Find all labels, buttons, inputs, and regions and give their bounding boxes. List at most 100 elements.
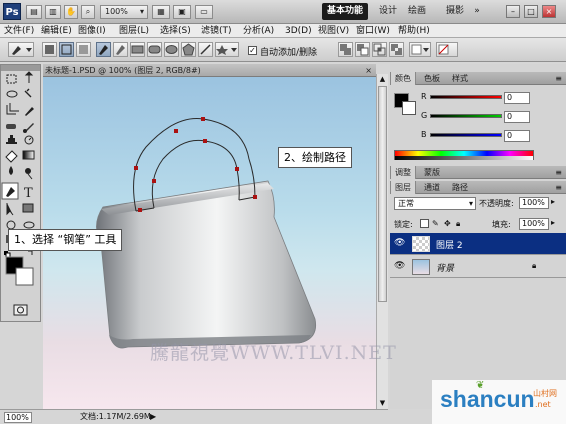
layer-name[interactable]: 图层 2: [436, 238, 463, 251]
zoom-level-dropdown[interactable]: 100% ▾: [100, 5, 148, 19]
pen-tool-option[interactable]: [96, 42, 111, 57]
lock-image-icon[interactable]: ✎: [432, 219, 441, 228]
scroll-thumb[interactable]: [378, 86, 387, 302]
menu-layer[interactable]: 图层(L): [119, 24, 149, 38]
intersect-path-button[interactable]: [372, 42, 387, 57]
tools-grid: T: [1, 65, 40, 316]
custom-shape-option[interactable]: [215, 42, 239, 57]
workspace-painting[interactable]: 绘画: [405, 3, 429, 20]
lock-label: 锁定:: [394, 220, 413, 229]
line-option[interactable]: [198, 42, 213, 57]
background-swatch[interactable]: [402, 101, 416, 115]
menu-analysis[interactable]: 分析(A): [243, 24, 274, 38]
tab-paths[interactable]: 路径: [448, 181, 472, 194]
tab-styles[interactable]: 样式: [448, 72, 472, 85]
opacity-chevron-icon[interactable]: ▸: [551, 197, 555, 206]
close-button[interactable]: ×: [542, 5, 556, 18]
b-value[interactable]: 0: [504, 130, 530, 142]
eye-icon[interactable]: 👁︎: [394, 261, 405, 271]
exclude-path-button[interactable]: [389, 42, 404, 57]
add-to-path-button[interactable]: [338, 42, 353, 57]
menu-3d[interactable]: 3D(D): [285, 24, 312, 38]
fill-field[interactable]: 100%: [519, 218, 549, 230]
gradient-tool-icon: [22, 150, 35, 160]
scroll-up-icon[interactable]: ▲: [378, 75, 387, 84]
tool-preset-picker[interactable]: [8, 42, 34, 57]
tab-channels[interactable]: 通道: [420, 181, 444, 194]
color-spectrum-bar[interactable]: [394, 150, 534, 160]
screen-mode-button[interactable]: ▣: [173, 5, 191, 19]
scroll-down-icon[interactable]: ▼: [378, 399, 387, 408]
tab-color[interactable]: 颜色: [390, 72, 416, 85]
color-swatch-option[interactable]: [436, 42, 458, 57]
lock-position-icon[interactable]: ✥: [444, 219, 453, 228]
lock-all-icon[interactable]: 🔒︎: [456, 219, 465, 228]
close-document-icon[interactable]: ×: [365, 64, 372, 76]
fill-pixels-button[interactable]: [76, 42, 91, 57]
menu-window[interactable]: 窗口(W): [356, 24, 390, 38]
document-size: 文档:1.17M/2.69M: [80, 412, 151, 421]
arrange-documents-button[interactable]: ▭: [195, 5, 213, 19]
menu-select[interactable]: 选择(S): [160, 24, 191, 38]
status-menu-icon[interactable]: ▶: [150, 410, 156, 424]
tab-adjustments[interactable]: 调整: [390, 166, 416, 179]
layer-name[interactable]: 背景: [436, 261, 454, 274]
options-bar: ✓ 自动添加/删除: [0, 38, 566, 62]
menu-edit[interactable]: 编辑(E): [41, 24, 72, 38]
workspace-photography[interactable]: 摄影: [443, 3, 467, 20]
maximize-button[interactable]: □: [524, 5, 538, 18]
layer-thumbnail: [412, 259, 430, 275]
g-slider[interactable]: [430, 114, 502, 118]
layers-panel: 调整 蒙版 ≡ 图层 通道 路径 ≡ 正常 ▾ 不透明度: 100% ▸ 锁定:…: [390, 166, 566, 409]
tlvi-watermark: 騰龍視覺WWW.TLVI.NET: [150, 342, 397, 364]
blend-mode-select[interactable]: 正常 ▾: [394, 197, 476, 210]
bridge-button[interactable]: ▤: [26, 5, 42, 19]
grid-view-button[interactable]: ▦: [152, 5, 170, 19]
eye-icon[interactable]: 👁︎: [394, 238, 405, 248]
lock-transparent-icon[interactable]: [420, 219, 429, 228]
callout-step-2: 2、绘制路径: [278, 147, 352, 168]
menu-file[interactable]: 文件(F): [4, 24, 34, 38]
document-tab[interactable]: 未标题-1.PSD @ 100% (图层 2, RGB/8#) ×: [43, 64, 376, 77]
zoom-tool-button[interactable]: ⌕: [81, 5, 95, 19]
menu-view[interactable]: 视图(V): [318, 24, 349, 38]
freeform-pen-icon: [116, 45, 125, 55]
style-picker[interactable]: [409, 42, 431, 57]
menu-filter[interactable]: 滤镜(T): [201, 24, 232, 38]
r-slider[interactable]: [430, 95, 502, 99]
opacity-field[interactable]: 100%: [519, 197, 549, 209]
ellipse-option[interactable]: [164, 42, 179, 57]
auto-add-delete-checkbox[interactable]: ✓: [248, 46, 257, 55]
mini-bridge-button[interactable]: ▥: [45, 5, 61, 19]
status-bar: 100% 文档:1.17M/2.69M ▶: [0, 409, 388, 424]
panel-menu-icon[interactable]: ≡: [555, 72, 562, 85]
status-zoom-field[interactable]: 100%: [4, 412, 32, 423]
tab-swatches[interactable]: 色板: [420, 72, 444, 85]
tab-layers[interactable]: 图层: [390, 181, 416, 194]
r-value[interactable]: 0: [504, 92, 530, 104]
freeform-pen-option[interactable]: [113, 42, 128, 57]
g-value[interactable]: 0: [504, 111, 530, 123]
rounded-rectangle-option[interactable]: [147, 42, 162, 57]
shape-layers-button[interactable]: [42, 42, 57, 57]
minimize-button[interactable]: –: [506, 5, 520, 18]
tab-masks[interactable]: 蒙版: [420, 166, 444, 179]
subtract-from-path-button[interactable]: [355, 42, 370, 57]
blur-tool-icon: [9, 166, 13, 175]
workspace-more-icon[interactable]: »: [472, 3, 482, 20]
paths-button[interactable]: [59, 42, 74, 57]
rectangle-option[interactable]: [130, 42, 145, 57]
adjustments-menu-icon[interactable]: ≡: [555, 166, 562, 179]
menu-image[interactable]: 图像(I): [78, 24, 106, 38]
polygon-option[interactable]: [181, 42, 196, 57]
background-color-icon: [15, 267, 34, 286]
fill-chevron-icon[interactable]: ▸: [551, 218, 555, 227]
workspace-design[interactable]: 设计: [376, 3, 400, 20]
layer-row[interactable]: 👁︎ 图层 2: [390, 233, 566, 255]
layer-row[interactable]: 👁︎ 背景 🔒︎: [390, 256, 566, 278]
b-slider[interactable]: [430, 133, 502, 137]
layers-menu-icon[interactable]: ≡: [555, 181, 562, 194]
hand-tool-button[interactable]: ✋: [64, 5, 78, 19]
workspace-essentials[interactable]: 基本功能: [322, 3, 368, 20]
menu-help[interactable]: 帮助(H): [398, 24, 430, 38]
